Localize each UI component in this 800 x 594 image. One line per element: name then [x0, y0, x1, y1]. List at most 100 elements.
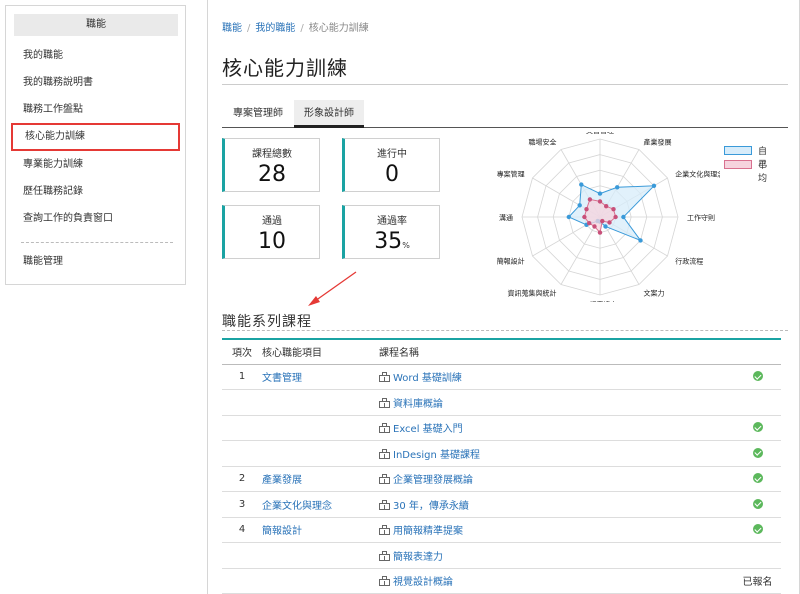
course-link[interactable]: InDesign 基礎課程	[393, 450, 480, 461]
radar-data-point	[597, 230, 603, 235]
col-header-item: 核心職能項目	[262, 348, 322, 360]
radar-axis-label: 口語表達力	[583, 300, 618, 302]
check-circle-icon	[752, 524, 763, 535]
stat-label: 通過	[262, 216, 282, 227]
competency-item-link[interactable]: 企業文化與理念	[262, 501, 332, 512]
course-icon	[379, 372, 390, 383]
main-panel: 職能 / 我的職能 / 核心能力訓練 核心能力訓練 專案管理師 形象設計師 課程總數 2…	[207, 0, 800, 594]
competency-item-link[interactable]: 文書管理	[262, 373, 302, 384]
radar-axis-label: 產業發展	[644, 138, 672, 147]
course-link[interactable]: 簡報表達力	[393, 552, 443, 563]
sidebar-item-core-training[interactable]: 核心能力訓練	[11, 123, 180, 151]
radar-data-point	[611, 207, 616, 212]
course-icon	[379, 550, 390, 561]
section-divider	[222, 330, 788, 331]
cell-course-name: 30 年，傳承永續	[379, 491, 734, 518]
radar-data-point	[600, 218, 605, 224]
role-tabs: 專案管理師 形象設計師	[222, 100, 788, 128]
cell-competency-item: 產業發展	[262, 466, 379, 492]
stat-card-total-courses: 課程總數 28	[222, 138, 320, 192]
course-icon	[379, 474, 390, 485]
cell-no	[222, 415, 262, 441]
cell-competency-item	[262, 568, 379, 594]
breadcrumb: 職能 / 我的職能 / 核心能力訓練	[222, 19, 369, 34]
cell-course-name: 用簡報精準提案	[379, 517, 734, 543]
tab-project-manager[interactable]: 專案管理師	[222, 100, 294, 128]
sidebar-divider	[21, 242, 173, 243]
radar-data-point	[579, 182, 584, 187]
course-link[interactable]: Word 基礎訓練	[393, 373, 462, 384]
check-circle-icon	[752, 498, 763, 509]
stat-value: 35%	[345, 229, 439, 254]
radar-data-point	[587, 197, 593, 202]
col-header-course: 課程名稱	[379, 348, 419, 360]
radar-data-point	[607, 220, 612, 225]
course-table: 項次 核心職能項目 課程名稱 1 文書管理 Word 基礎訓練 資料庫概論 Excel …	[222, 338, 781, 594]
radar-data-point	[651, 183, 657, 188]
radar-data-point	[621, 214, 626, 220]
stat-card-in-progress: 進行中 0	[342, 138, 440, 192]
competency-item-link[interactable]: 產業發展	[262, 475, 302, 486]
check-circle-icon	[752, 447, 763, 458]
cell-course-name: 企業管理發展概論	[379, 466, 734, 492]
breadcrumb-link-my-competency[interactable]: 我的職能	[255, 23, 295, 34]
cell-competency-item	[262, 415, 379, 441]
page-title: 核心能力訓練	[222, 56, 348, 80]
radar-data-point	[582, 214, 587, 220]
table-row: 視覺設計概論 已報名	[222, 568, 781, 594]
table-row: 4 簡報設計 用簡報精準提案	[222, 517, 781, 543]
sidebar-item-job-inventory[interactable]: 職務工作盤點	[6, 96, 185, 123]
cell-status	[734, 517, 781, 543]
cell-competency-item: 簡報設計	[262, 517, 379, 543]
radar-data-point	[587, 221, 592, 226]
radar-axis-label: 文書管理	[586, 132, 614, 135]
radar-data-point	[592, 224, 597, 229]
sidebar-item-job-description[interactable]: 我的職務說明書	[6, 69, 185, 96]
cell-course-name: 資料庫概論	[379, 389, 734, 416]
cell-status	[734, 466, 781, 492]
radar-axis-label: 職場安全	[529, 138, 557, 147]
tab-image-designer[interactable]: 形象設計師	[294, 100, 364, 128]
stat-value: 28	[258, 162, 286, 187]
stat-label: 通過率	[377, 216, 407, 227]
course-link[interactable]: 用簡報精準提案	[393, 526, 463, 537]
table-row: InDesign 基礎課程	[222, 440, 781, 467]
check-circle-icon	[752, 473, 763, 484]
col-header-no: 項次	[232, 348, 252, 360]
course-link[interactable]: Excel 基礎入門	[393, 424, 463, 435]
cell-status	[734, 415, 781, 441]
sidebar-item-competency-management[interactable]: 職能管理	[6, 249, 185, 275]
cell-no	[222, 389, 262, 416]
stat-card-pass-rate: 通過率 35%	[342, 205, 440, 259]
status-text: 已報名	[742, 577, 773, 589]
radar-data-point	[613, 214, 618, 220]
radar-axis-label: 溝通	[499, 213, 513, 222]
sidebar-item-job-history[interactable]: 歷任職務記錄	[6, 178, 185, 205]
course-link[interactable]: 資料庫概論	[393, 399, 443, 410]
sidebar-item-professional-training[interactable]: 專業能力訓練	[6, 151, 185, 178]
course-link[interactable]: 30 年，傳承永續	[393, 501, 469, 512]
table-row: 2 產業發展 企業管理發展概論	[222, 466, 781, 492]
competency-item-link[interactable]: 簡報設計	[262, 526, 302, 537]
cell-status	[734, 440, 781, 467]
course-link[interactable]: 企業管理發展概論	[393, 475, 473, 486]
course-link[interactable]: 視覺設計概論	[393, 577, 453, 588]
cell-course-name: Word 基礎訓練	[379, 364, 734, 390]
radar-data-point	[597, 191, 603, 196]
cell-competency-item: 文書管理	[262, 364, 379, 390]
cell-status	[734, 491, 781, 518]
cell-no: 4	[222, 517, 262, 543]
legend-label-average: 平均	[758, 161, 768, 184]
table-row: 簡報表達力	[222, 542, 781, 569]
cell-no	[222, 568, 262, 594]
check-circle-icon	[752, 371, 763, 382]
breadcrumb-separator: /	[300, 23, 304, 34]
radar-data-point	[597, 199, 603, 204]
stat-value: 10	[258, 229, 286, 254]
radar-data-point	[604, 204, 609, 209]
sidebar-item-my-competency[interactable]: 我的職能	[6, 42, 185, 69]
sidebar-item-responsible-contact[interactable]: 查詢工作的負責窗口	[6, 205, 185, 232]
radar-axis-label: 企業文化與理念	[675, 170, 720, 179]
breadcrumb-link-competency[interactable]: 職能	[222, 23, 242, 34]
radar-axis-label: 簡報設計	[497, 257, 525, 266]
